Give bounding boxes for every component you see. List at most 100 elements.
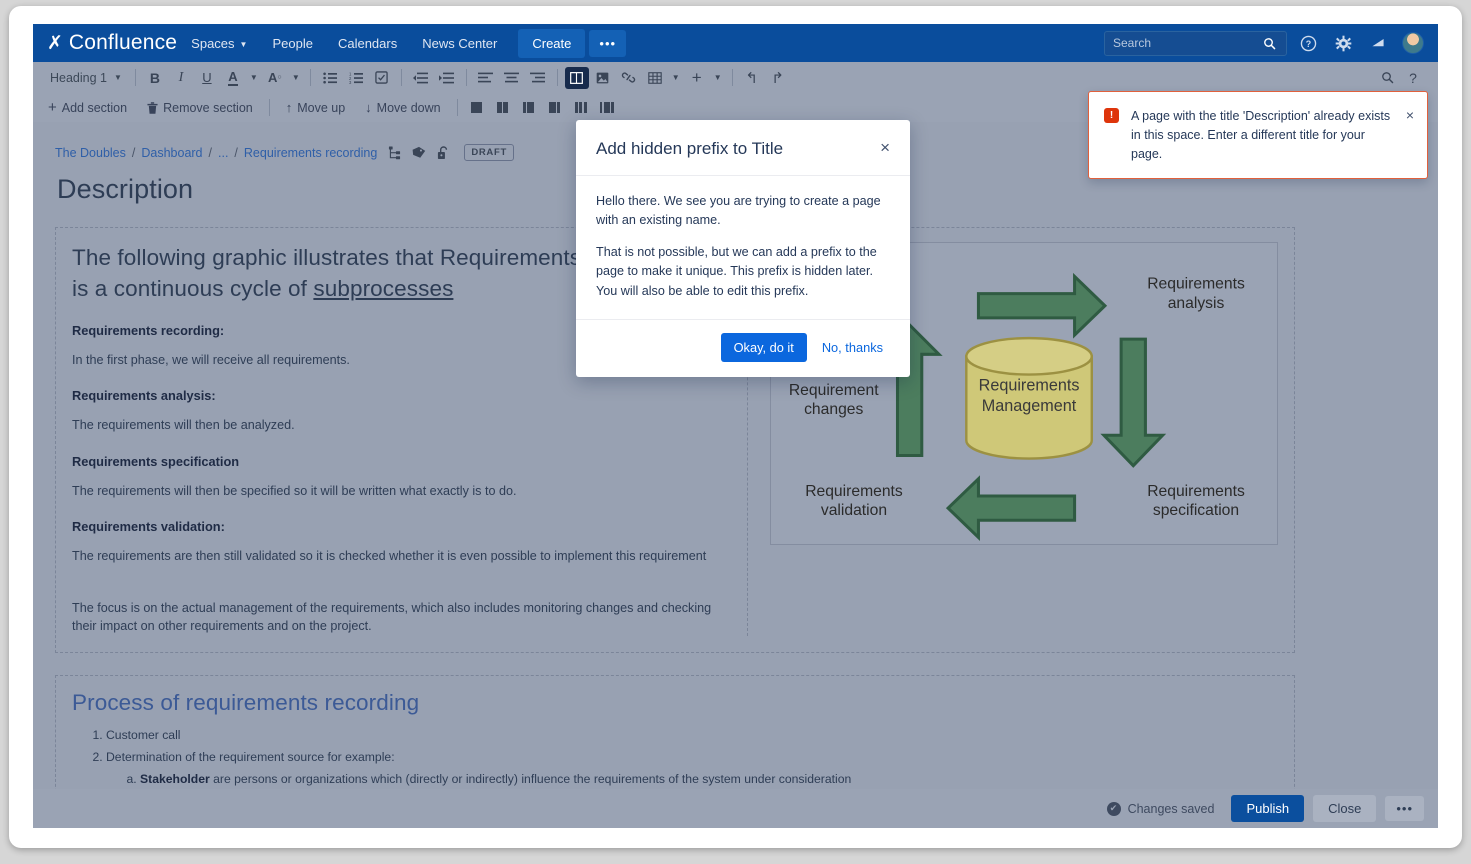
page-layout-button[interactable]	[564, 66, 589, 89]
editor-footer-bar: ✔ Changes saved Publish Close •••	[33, 789, 1438, 828]
insert-image-button[interactable]	[591, 67, 615, 89]
breadcrumb-item-current[interactable]: Requirements recording	[244, 146, 377, 160]
align-center-button[interactable]	[500, 67, 524, 89]
italic-button[interactable]: I	[169, 67, 193, 89]
find-replace-icon[interactable]	[1375, 67, 1399, 89]
outdent-button[interactable]	[409, 67, 433, 89]
undo-button[interactable]: ↰	[740, 67, 764, 89]
layout-two-equal-icon[interactable]	[491, 97, 515, 119]
global-search-input[interactable]	[1113, 36, 1263, 50]
insert-table-button[interactable]	[643, 67, 667, 89]
layout-three-sidebars-icon[interactable]	[595, 97, 619, 119]
footer-more-button[interactable]: •••	[1385, 796, 1424, 821]
layout-two-right-sidebar-icon[interactable]	[517, 97, 541, 119]
toolbar-divider	[556, 69, 558, 86]
help-icon[interactable]: ?	[1294, 29, 1322, 57]
unlock-icon[interactable]	[437, 145, 449, 160]
user-avatar[interactable]	[1402, 32, 1424, 54]
indent-button[interactable]	[435, 67, 459, 89]
move-up-button[interactable]: ↑ Move up	[279, 97, 352, 118]
trash-icon	[147, 101, 158, 114]
notifications-bell-icon[interactable]	[1364, 29, 1392, 57]
label-tag-icon[interactable]	[412, 146, 426, 159]
nav-more-button[interactable]: •••	[589, 29, 627, 57]
check-circle-icon: ✔	[1106, 801, 1121, 816]
nav-item-news-center[interactable]: News Center	[411, 29, 508, 58]
error-message: A page with the title 'Description' alre…	[1131, 109, 1391, 161]
align-left-button[interactable]	[474, 67, 498, 89]
list-item-bold: Stakeholder	[140, 772, 210, 787]
layout-three-equal-icon[interactable]	[569, 97, 593, 119]
dialog-body: Hello there. We see you are trying to cr…	[576, 176, 910, 319]
list-item-text: Customer call	[106, 727, 181, 742]
error-icon: !	[1104, 108, 1119, 123]
nav-item-spaces[interactable]: Spaces ▼	[180, 29, 258, 58]
nav-item-people[interactable]: People	[261, 29, 323, 58]
section-heading-link[interactable]: subprocesses	[313, 276, 453, 301]
task-list-button[interactable]	[370, 67, 394, 89]
redo-button[interactable]: ↱	[766, 67, 790, 89]
no-thanks-button[interactable]: No, thanks	[813, 333, 892, 362]
add-hidden-prefix-dialog: Add hidden prefix to Title × Hello there…	[576, 120, 910, 377]
block-heading-validation: Requirements validation:	[72, 518, 225, 534]
close-icon[interactable]: ×	[880, 139, 890, 156]
close-icon[interactable]: ×	[1406, 108, 1414, 163]
underline-button[interactable]: U	[195, 67, 219, 89]
breadcrumb-item-space[interactable]: The Doubles	[55, 146, 126, 160]
numbered-list-button[interactable]: 1 2 3	[344, 67, 368, 89]
settings-gear-icon[interactable]	[1329, 29, 1357, 57]
chevron-down-icon: ▼	[239, 39, 248, 49]
browser-window-frame: ✗ Confluence Spaces ▼ People Calendars N…	[9, 6, 1462, 848]
add-section-label: Add section	[61, 100, 128, 115]
breadcrumb-item-ellipsis[interactable]: ...	[218, 146, 228, 160]
publish-button[interactable]: Publish	[1231, 795, 1305, 822]
remove-section-label: Remove section	[163, 100, 253, 115]
save-status-label: Changes saved	[1127, 801, 1215, 816]
diagram-node-analysis-line1: Requirements	[1147, 276, 1245, 293]
add-section-button[interactable]: + Add section	[41, 96, 134, 119]
bullet-list-button[interactable]	[318, 67, 342, 89]
svg-text:3: 3	[349, 80, 352, 84]
align-right-button[interactable]	[526, 67, 550, 89]
global-search-box[interactable]	[1104, 30, 1287, 56]
dialog-footer: Okay, do it No, thanks	[576, 318, 910, 377]
toolbar-divider	[309, 69, 311, 86]
insert-more-button[interactable]: +	[685, 67, 709, 89]
insert-link-button[interactable]	[617, 67, 641, 89]
diagram-node-analysis-line2: analysis	[1168, 295, 1225, 312]
arrow-down-icon: ↓	[365, 100, 372, 115]
layout-two-left-sidebar-icon[interactable]	[543, 97, 567, 119]
breadcrumb-separator: /	[208, 145, 212, 160]
list-item-text: Determination of the requirement source …	[106, 749, 395, 764]
dialog-title: Add hidden prefix to Title	[596, 139, 784, 158]
move-up-label: Move up	[297, 100, 346, 115]
list-item-text: are persons or organizations which (dire…	[209, 772, 852, 787]
okay-do-it-button[interactable]: Okay, do it	[720, 332, 807, 362]
style-select[interactable]: Heading 1 ▼	[43, 68, 129, 88]
list-item: Customer call	[106, 726, 1278, 744]
block-text-analysis: The requirements will then be analyzed.	[72, 418, 295, 433]
text-color-dropdown-icon[interactable]: ▼	[247, 67, 261, 89]
process-section-heading[interactable]: Process of requirements recording	[72, 690, 1278, 716]
text-effects-dropdown-icon[interactable]: ▼	[289, 67, 303, 89]
text-effects-button[interactable]: A ○	[263, 67, 287, 89]
insert-more-dropdown-icon[interactable]: ▼	[711, 67, 725, 89]
editor-help-button[interactable]: ?	[1401, 67, 1425, 89]
chevron-down-icon: ▼	[114, 73, 122, 82]
breadcrumb-item-dashboard[interactable]: Dashboard	[141, 146, 202, 160]
diagram-node-validation-line2: validation	[821, 502, 887, 519]
layout-one-column-icon[interactable]	[465, 97, 489, 119]
nav-item-calendars[interactable]: Calendars	[327, 29, 408, 58]
confluence-logo[interactable]: ✗ Confluence	[47, 31, 177, 55]
text-color-button[interactable]: A	[221, 67, 245, 89]
page-tree-icon[interactable]	[388, 146, 401, 160]
move-down-button[interactable]: ↓ Move down	[358, 97, 447, 118]
diagram-node-specification-line2: specification	[1153, 502, 1239, 519]
bold-button[interactable]: B	[143, 67, 167, 89]
close-button[interactable]: Close	[1313, 795, 1377, 822]
remove-section-button[interactable]: Remove section	[140, 98, 260, 118]
create-button[interactable]: Create	[518, 28, 586, 58]
status-badge: DRAFT	[464, 144, 515, 161]
insert-table-dropdown-icon[interactable]: ▼	[669, 67, 683, 89]
nav-item-spaces-label: Spaces	[191, 35, 235, 51]
